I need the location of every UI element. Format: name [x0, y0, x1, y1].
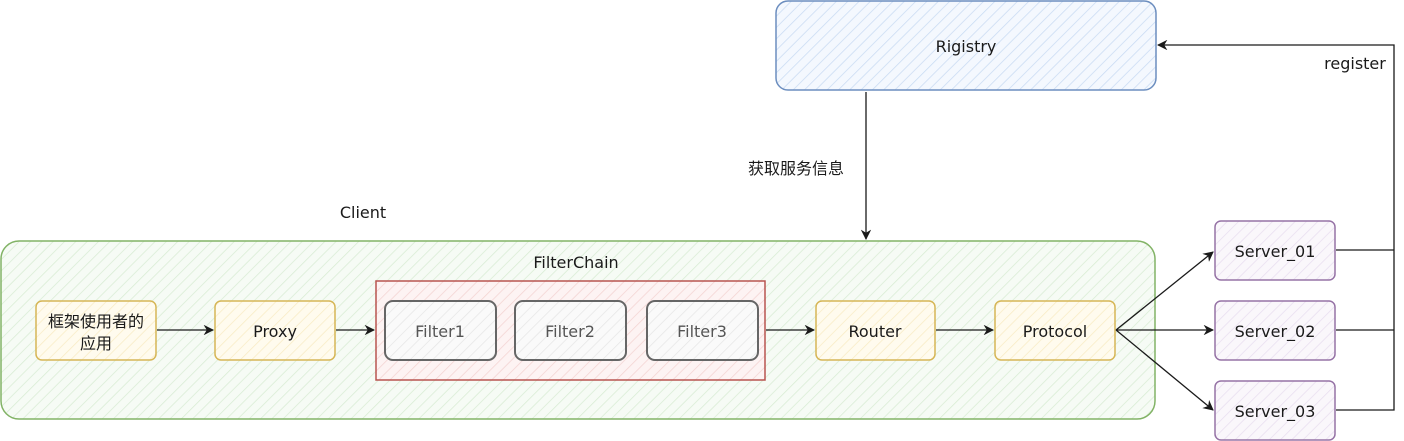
- server-03-node[interactable]: Server_03: [1214, 380, 1336, 441]
- server-02-label: Server_02: [1235, 322, 1316, 342]
- filter1-node[interactable]: Filter1: [384, 300, 497, 361]
- protocol-node[interactable]: Protocol: [994, 300, 1116, 361]
- router-label: Router: [848, 322, 901, 341]
- filterchain-label: FilterChain: [533, 253, 618, 272]
- server-03-label: Server_03: [1235, 402, 1316, 422]
- register-label: register: [1324, 54, 1386, 73]
- protocol-label: Protocol: [1023, 322, 1087, 341]
- server-02-node[interactable]: Server_02: [1214, 300, 1336, 361]
- proxy-label: Proxy: [253, 322, 297, 341]
- client-label: Client: [340, 203, 386, 222]
- proxy-node[interactable]: Proxy: [214, 300, 336, 361]
- filter2-node[interactable]: Filter2: [514, 300, 627, 361]
- filter3-label: Filter3: [677, 322, 727, 341]
- registry-node[interactable]: Rigistry: [775, 0, 1157, 91]
- filter2-label: Filter2: [545, 322, 595, 341]
- server-01-label: Server_01: [1235, 242, 1316, 262]
- fetch-service-info-label: 获取服务信息: [748, 159, 844, 178]
- architecture-diagram: Rigistry Client FilterChain 框架使用者的 应用 Pr…: [0, 0, 1395, 441]
- filter3-node[interactable]: Filter3: [646, 300, 759, 361]
- app-label-line1: 框架使用者的: [48, 312, 144, 331]
- router-node[interactable]: Router: [815, 300, 936, 361]
- app-label-line2: 应用: [80, 334, 112, 353]
- registry-label: Rigistry: [936, 37, 997, 56]
- filter1-label: Filter1: [415, 322, 465, 341]
- server-01-node[interactable]: Server_01: [1214, 220, 1336, 281]
- app-node[interactable]: 框架使用者的 应用: [35, 300, 157, 361]
